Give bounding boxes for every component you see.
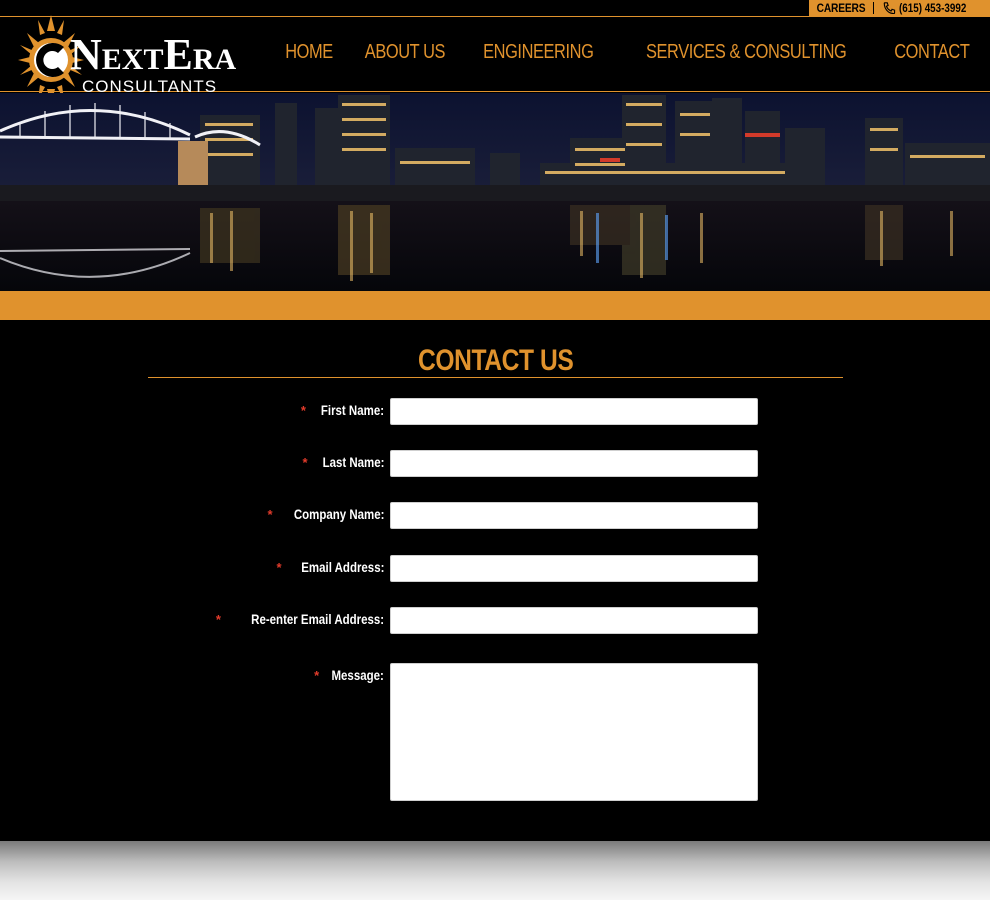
footer-shadow bbox=[0, 841, 990, 900]
message-label: * Message: bbox=[314, 667, 384, 683]
nav-about-us[interactable]: ABOUT US bbox=[364, 41, 445, 64]
main-nav: HOME ABOUT US ENGINEERING SERVICES & CON… bbox=[280, 41, 978, 64]
careers-link[interactable]: CAREERS bbox=[814, 1, 868, 15]
nav-home[interactable]: HOME bbox=[285, 41, 333, 64]
message-field[interactable] bbox=[390, 663, 758, 801]
company-name-label: * Company Name: bbox=[267, 506, 384, 522]
logo-wordmark: NEXTERA bbox=[70, 30, 237, 79]
email-field[interactable] bbox=[390, 555, 758, 582]
site-header: NEXTERA CONSULTANTS HOME ABOUT US ENGINE… bbox=[0, 15, 990, 105]
utility-links: CAREERS (615) 453-3992 bbox=[809, 0, 990, 16]
top-utility-bar: CAREERS (615) 453-3992 bbox=[0, 0, 990, 16]
nav-engineering[interactable]: ENGINEERING bbox=[484, 41, 595, 64]
nav-contact[interactable]: CONTACT bbox=[895, 41, 971, 64]
phone-icon bbox=[883, 2, 896, 14]
email-label: * Email Address: bbox=[276, 559, 384, 575]
last-name-label: * Last Name: bbox=[302, 454, 384, 470]
confirm-email-label: * Re-enter Email Address: bbox=[215, 611, 384, 627]
company-name-field[interactable] bbox=[390, 502, 758, 529]
accent-band bbox=[0, 291, 990, 320]
city-skyline-illustration bbox=[0, 93, 990, 291]
phone-link[interactable]: (615) 453-3992 bbox=[882, 1, 981, 15]
page-title: CONTACT US bbox=[417, 344, 574, 377]
phone-number: (615) 453-3992 bbox=[899, 1, 967, 15]
last-name-field[interactable] bbox=[390, 450, 758, 477]
nav-services-consulting[interactable]: SERVICES & CONSULTING bbox=[646, 41, 847, 64]
hero-skyline-image bbox=[0, 93, 990, 291]
utility-divider bbox=[873, 2, 874, 14]
first-name-label: * First Name: bbox=[300, 402, 384, 418]
contact-section: CONTACT US * First Name: * Last Name: * Com… bbox=[0, 320, 990, 841]
confirm-email-field[interactable] bbox=[390, 607, 758, 634]
title-divider bbox=[148, 377, 843, 378]
first-name-field[interactable] bbox=[390, 398, 758, 425]
